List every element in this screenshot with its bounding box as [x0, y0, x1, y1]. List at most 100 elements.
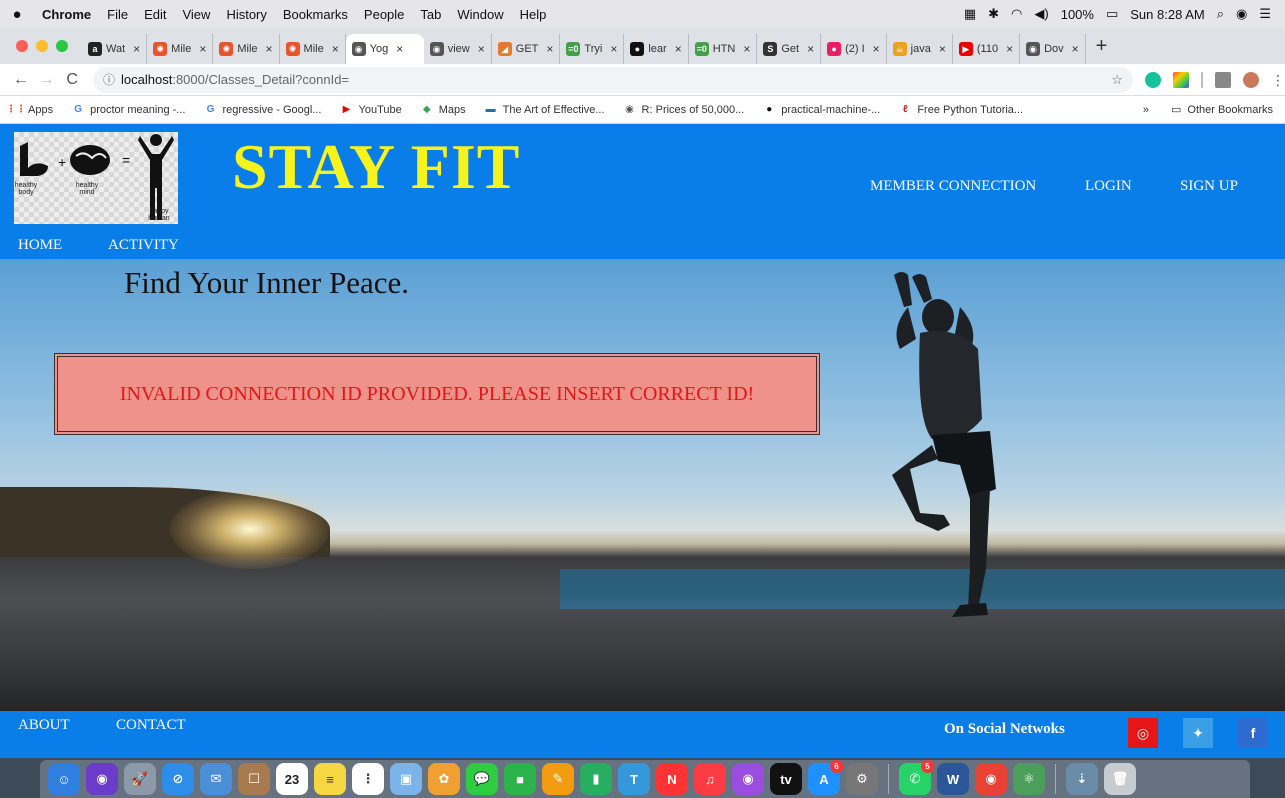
- battery-icon[interactable]: ▭: [1106, 6, 1118, 22]
- forward-arrow-icon[interactable]: →: [34, 71, 60, 89]
- siri-icon[interactable]: ◉: [1236, 6, 1247, 22]
- menu-view[interactable]: View: [174, 7, 218, 22]
- tab-close-icon[interactable]: ×: [873, 42, 880, 56]
- site-logo[interactable]: + = healthy body healthy mind happy huma…: [14, 132, 178, 224]
- dock-whatsapp-icon[interactable]: ✆ 5: [899, 760, 934, 795]
- browser-tab[interactable]: ● lear ×: [624, 34, 689, 64]
- twitter-button[interactable]: ✦: [1183, 718, 1213, 748]
- bookmarks-overflow-button[interactable]: »: [1143, 104, 1149, 116]
- url-field[interactable]: ⓘ localhost:8000/Classes_Detail?connId= …: [93, 66, 1134, 93]
- dock-launchpad-icon[interactable]: 🚀: [124, 763, 156, 795]
- tab-close-icon[interactable]: ×: [546, 42, 553, 56]
- browser-tab[interactable]: a Wat ×: [82, 34, 148, 64]
- browser-tab[interactable]: ✺ Mile ×: [213, 34, 280, 64]
- browser-tab[interactable]: =0 Tryi ×: [560, 34, 625, 64]
- menu-app[interactable]: Chrome: [34, 7, 99, 22]
- dock-preview-icon[interactable]: ▣: [390, 763, 422, 795]
- bookmark-item[interactable]: ▬ The Art of Effective...: [475, 103, 614, 117]
- volume-icon[interactable]: ◀): [1034, 6, 1048, 22]
- facebook-button[interactable]: f: [1238, 718, 1268, 748]
- other-bookmarks-folder[interactable]: Other Bookmarks: [1187, 104, 1273, 116]
- bookmark-item[interactable]: Gproctor meaning -...: [62, 103, 194, 117]
- tab-close-icon[interactable]: ×: [939, 42, 946, 56]
- browser-tab[interactable]: ● (2) I ×: [821, 34, 887, 64]
- dock-finder-icon[interactable]: ☺: [48, 763, 80, 795]
- dock-news-icon[interactable]: N: [656, 763, 688, 795]
- minimize-window-icon[interactable]: [36, 40, 48, 52]
- reading-list-icon[interactable]: [1215, 71, 1232, 88]
- spotlight-icon[interactable]: ⌕: [1217, 6, 1224, 22]
- dock-photos-icon[interactable]: ✿: [428, 763, 460, 795]
- grammarly-icon[interactable]: [1145, 71, 1162, 88]
- dock-reminders-icon[interactable]: ⋮: [352, 763, 384, 795]
- dock-numbers-icon[interactable]: ▮: [580, 763, 612, 795]
- status-app-icon[interactable]: ▦: [964, 6, 976, 22]
- dock-trash-icon[interactable]: 🗑: [1104, 763, 1136, 795]
- tab-close-icon[interactable]: ×: [133, 42, 140, 56]
- menu-file[interactable]: File: [99, 7, 136, 22]
- dock-safari-icon[interactable]: ⊘: [162, 763, 194, 795]
- browser-tab[interactable]: ☕ java ×: [887, 34, 953, 64]
- nav-member-connection[interactable]: MEMBER CONNECTION: [870, 178, 1036, 195]
- dock-siri-icon[interactable]: ◉: [86, 763, 118, 795]
- reload-icon[interactable]: C: [59, 71, 85, 89]
- footer-about-link[interactable]: ABOUT: [18, 717, 70, 734]
- menu-history[interactable]: History: [218, 7, 274, 22]
- dock-keynote-icon[interactable]: T: [618, 763, 650, 795]
- browser-tab[interactable]: ◉ Dov ×: [1020, 34, 1086, 64]
- new-tab-button[interactable]: +: [1086, 35, 1118, 58]
- browser-tab[interactable]: ✺ Mile ×: [280, 34, 346, 64]
- wifi-icon[interactable]: ◠: [1011, 6, 1022, 22]
- tab-close-icon[interactable]: ×: [807, 42, 814, 56]
- footer-contact-link[interactable]: CONTACT: [116, 717, 186, 734]
- dock-calendar-icon[interactable]: 23: [276, 763, 308, 795]
- tab-close-icon[interactable]: ×: [1006, 42, 1013, 56]
- colorful-extension-icon[interactable]: [1173, 71, 1190, 88]
- nav-login[interactable]: LOGIN: [1085, 178, 1132, 195]
- tab-close-icon[interactable]: ×: [199, 42, 206, 56]
- dock-atom-icon[interactable]: ⚛: [1013, 763, 1045, 795]
- dock-notes-icon[interactable]: ≡: [314, 763, 346, 795]
- bookmark-item[interactable]: ● practical-machine-...: [753, 103, 889, 117]
- tab-close-icon[interactable]: ×: [332, 42, 339, 56]
- chrome-menu-icon[interactable]: ⋮: [1271, 72, 1285, 88]
- bookmark-item[interactable]: ⋮⋮ Apps: [0, 103, 62, 117]
- tab-close-icon[interactable]: ×: [610, 42, 617, 56]
- dock-music-icon[interactable]: ♫: [694, 763, 726, 795]
- menu-bookmarks[interactable]: Bookmarks: [275, 7, 356, 22]
- dock-messages-icon[interactable]: 💬: [466, 763, 498, 795]
- bookmark-item[interactable]: ◆ Maps: [411, 103, 475, 117]
- menu-window[interactable]: Window: [449, 7, 511, 22]
- menu-tab[interactable]: Tab: [412, 7, 449, 22]
- browser-tab[interactable]: ▶ (110 ×: [953, 34, 1021, 64]
- notification-center-icon[interactable]: ☰: [1259, 6, 1271, 22]
- bookmark-star-icon[interactable]: ☆: [1111, 72, 1123, 88]
- dock-downloads-icon[interactable]: ⇣: [1066, 763, 1098, 795]
- dock-chrome-icon[interactable]: ◉: [975, 763, 1007, 795]
- bookmark-item[interactable]: ▶ YouTube: [331, 103, 411, 117]
- browser-tab[interactable]: =0 HTN ×: [689, 34, 758, 64]
- browser-tab[interactable]: ◉ view ×: [424, 34, 492, 64]
- dock-podcasts-icon[interactable]: ◉: [732, 763, 764, 795]
- browser-tab[interactable]: S Get ×: [757, 34, 822, 64]
- browser-tab[interactable]: ✺ Mile ×: [147, 34, 214, 64]
- clock[interactable]: Sun 8:28 AM: [1130, 7, 1204, 22]
- site-info-icon[interactable]: ⓘ: [103, 71, 121, 88]
- tab-close-icon[interactable]: ×: [478, 42, 485, 56]
- nav-activity[interactable]: ACTIVITY: [108, 237, 179, 254]
- profile-avatar[interactable]: [1243, 71, 1260, 88]
- menu-help[interactable]: Help: [512, 7, 555, 22]
- tab-close-icon[interactable]: ×: [743, 42, 750, 56]
- apple-icon[interactable]: ●: [0, 6, 34, 23]
- menu-people[interactable]: People: [356, 7, 412, 22]
- menu-edit[interactable]: Edit: [136, 7, 174, 22]
- dock-app-store-icon[interactable]: A6: [808, 760, 843, 795]
- instagram-button[interactable]: ◎: [1128, 718, 1158, 748]
- dock-tv-icon[interactable]: tv: [770, 763, 802, 795]
- nav-home[interactable]: HOME: [18, 237, 62, 254]
- close-window-icon[interactable]: [16, 40, 28, 52]
- dock-pages-icon[interactable]: ✎: [542, 763, 574, 795]
- nav-sign-up[interactable]: SIGN UP: [1180, 178, 1238, 195]
- dock-mail-icon[interactable]: ✉: [200, 763, 232, 795]
- bluetooth-icon[interactable]: ✱: [988, 6, 999, 22]
